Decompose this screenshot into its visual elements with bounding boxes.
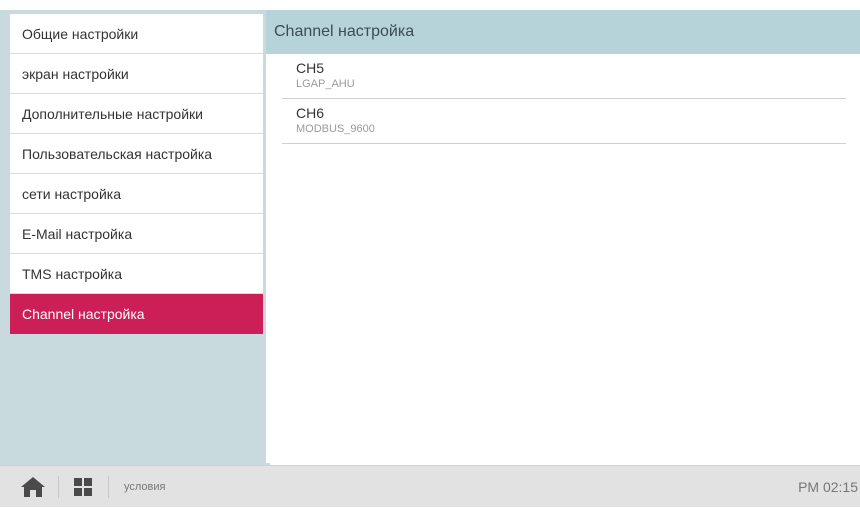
channel-row[interactable]: CH5 LGAP_AHU	[282, 54, 846, 99]
sidebar-item-tms[interactable]: TMS настройка	[10, 254, 263, 294]
sidebar-item-network[interactable]: сети настройка	[10, 174, 263, 214]
sidebar-item-user[interactable]: Пользовательская настройка	[10, 134, 263, 174]
bottom-divider	[58, 476, 59, 498]
bottom-bar: условия PM 02:15	[0, 465, 860, 507]
sidebar-item-channel[interactable]: Channel настройка	[10, 294, 263, 334]
channel-row[interactable]: CH6 MODBUS_9600	[282, 99, 846, 144]
clock: PM 02:15	[798, 479, 858, 495]
bottom-divider	[108, 476, 109, 498]
channel-name: CH5	[296, 60, 325, 76]
channel-protocol: LGAP_AHU	[296, 78, 355, 90]
settings-menu: Общие настройки экран настройки Дополнит…	[10, 14, 263, 334]
sidebar-item-screen[interactable]: экран настройки	[10, 54, 263, 94]
channel-protocol: MODBUS_9600	[296, 123, 375, 135]
sidebar-item-general[interactable]: Общие настройки	[10, 14, 263, 54]
page-title: Channel настройка	[266, 10, 860, 54]
home-icon[interactable]	[20, 476, 46, 498]
settings-sidebar: Общие настройки экран настройки Дополнит…	[0, 10, 270, 465]
channel-name: CH6	[296, 105, 325, 121]
main-panel: Channel настройка CH5 LGAP_AHU CH6 MODBU…	[266, 10, 860, 463]
sidebar-item-email[interactable]: E-Mail настройка	[10, 214, 263, 254]
channel-list: CH5 LGAP_AHU CH6 MODBUS_9600	[266, 54, 860, 144]
sidebar-item-advanced[interactable]: Дополнительные настройки	[10, 94, 263, 134]
app-window: Общие настройки экран настройки Дополнит…	[0, 0, 860, 507]
grid-menu-icon[interactable]	[74, 478, 92, 496]
status-label[interactable]: условия	[124, 466, 165, 508]
